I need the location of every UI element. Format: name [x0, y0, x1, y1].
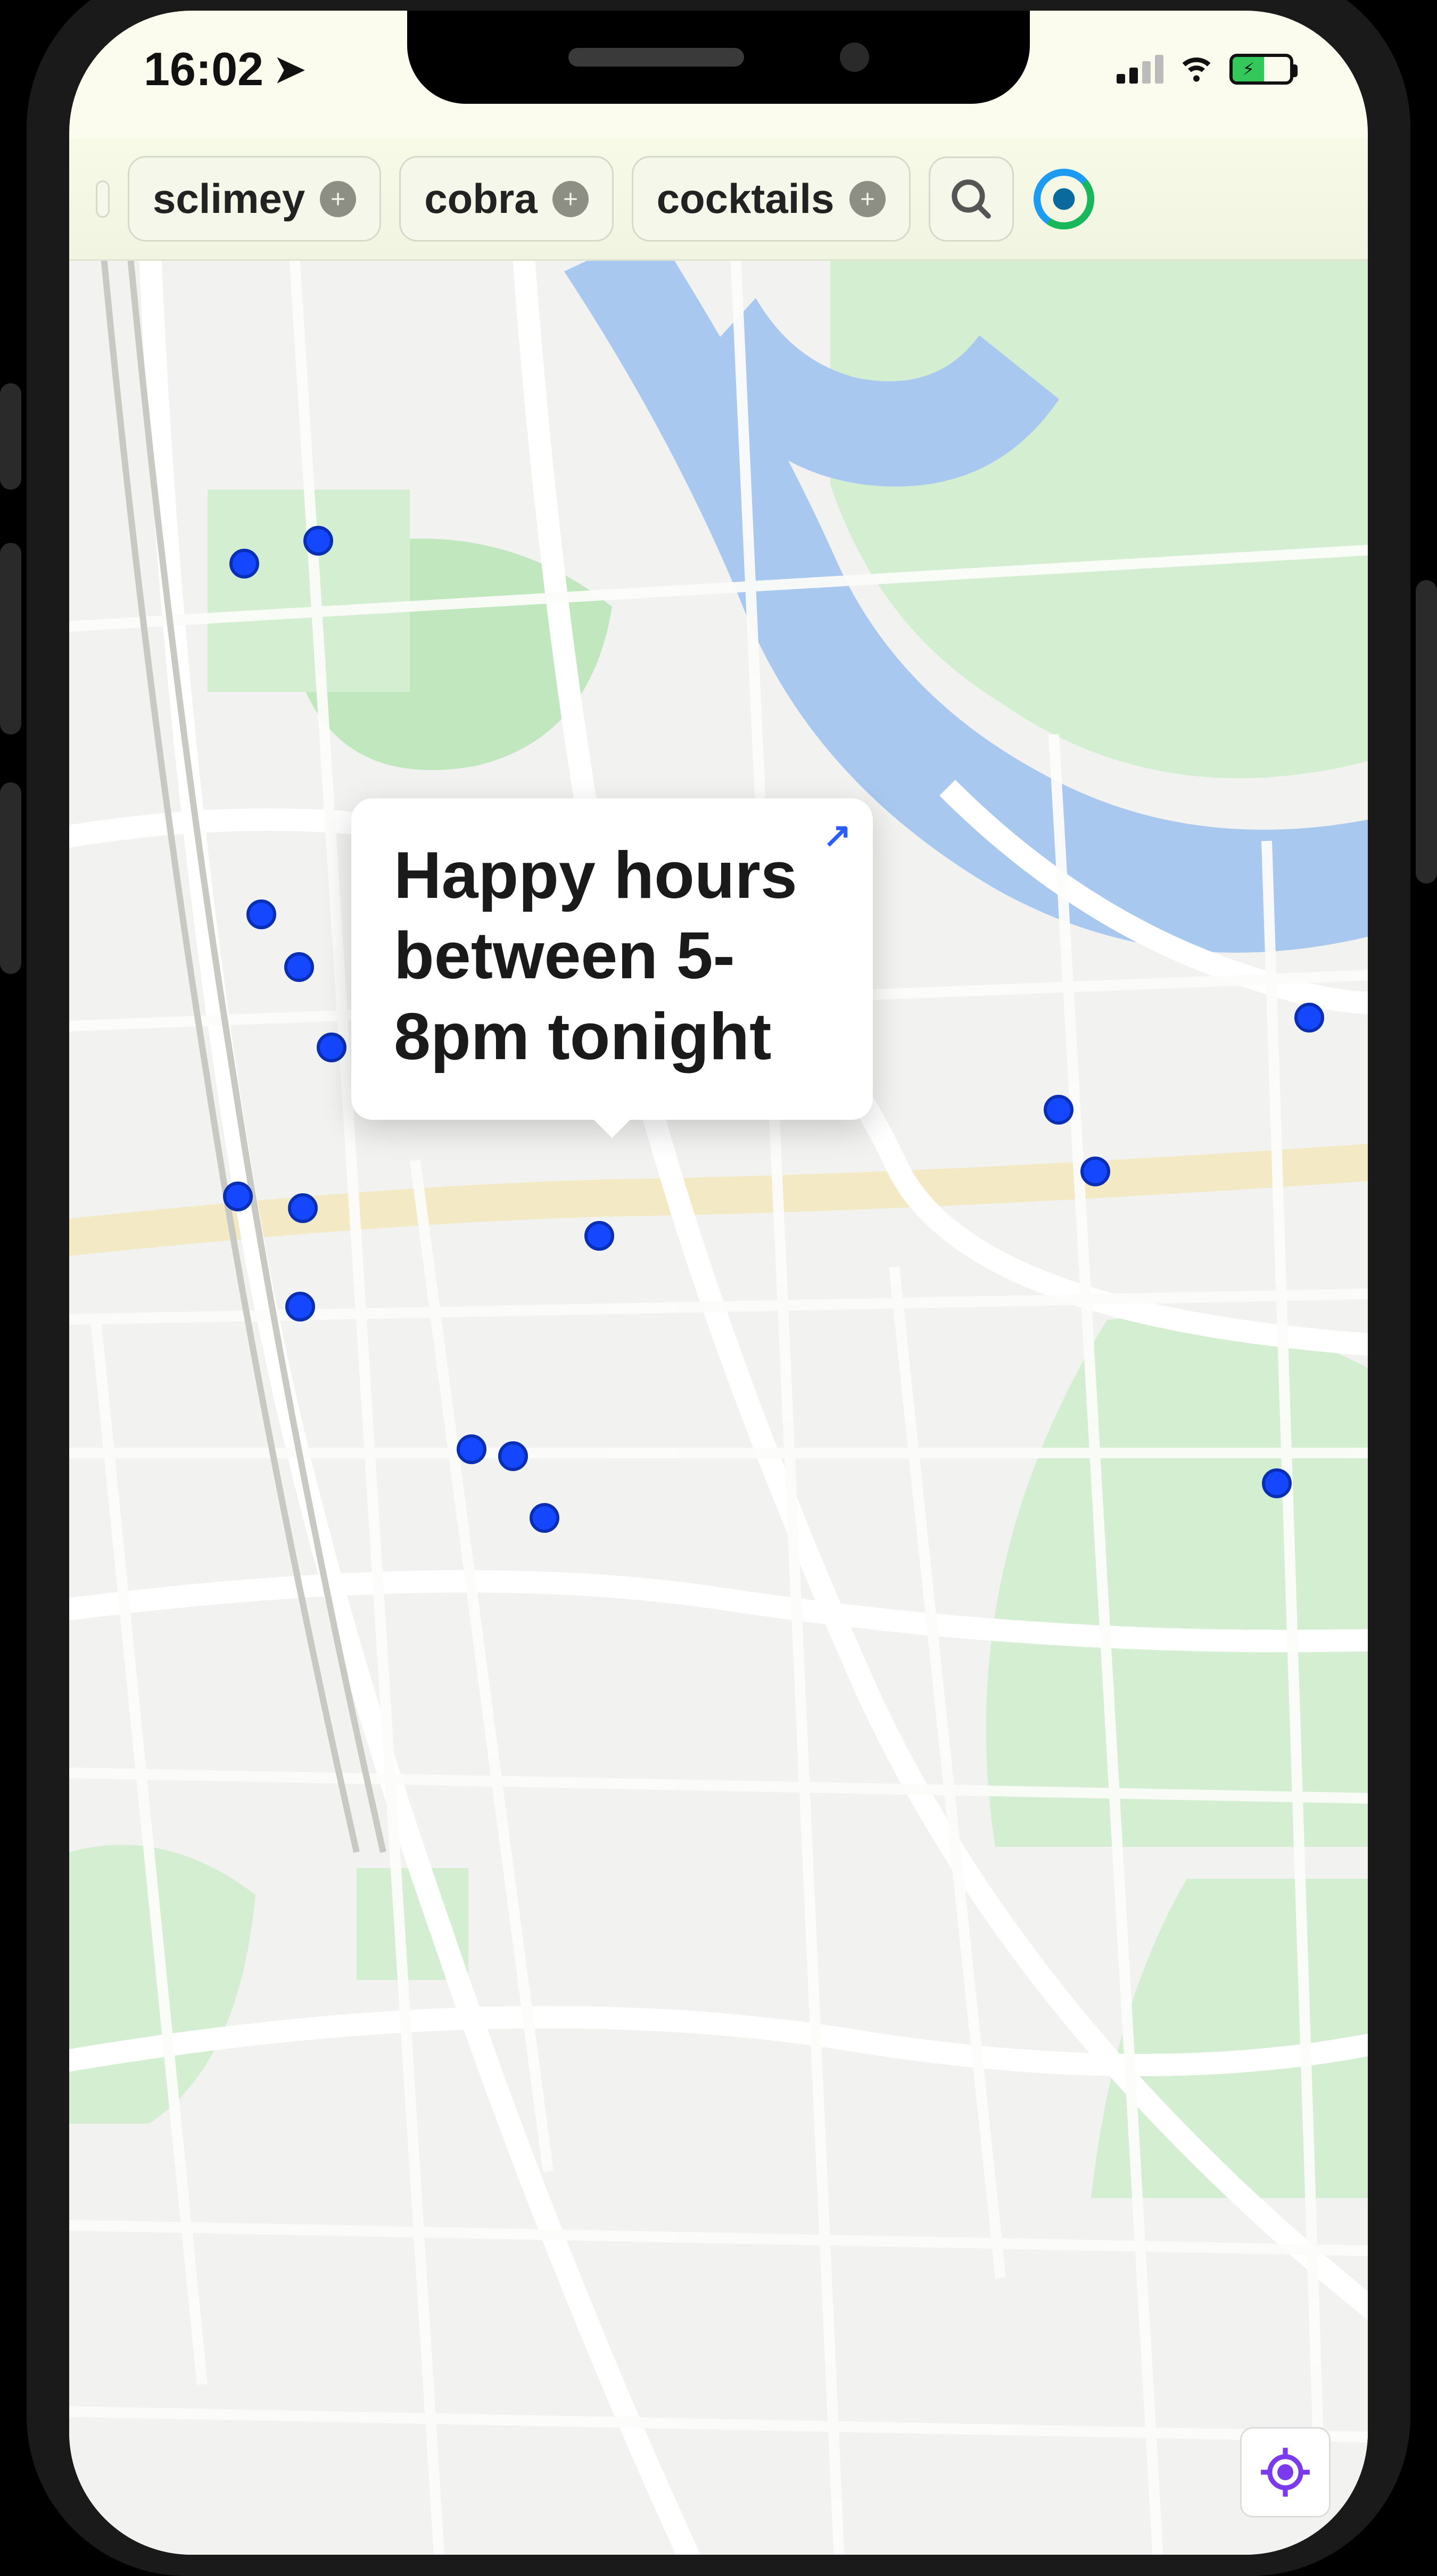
- wifi-icon: [1177, 46, 1216, 93]
- search-button[interactable]: [929, 156, 1014, 242]
- app-logo-icon[interactable]: [1032, 167, 1096, 231]
- map-pin[interactable]: [584, 1221, 614, 1251]
- battery-icon: ⚡︎: [1229, 54, 1293, 85]
- zoom-in-button[interactable]: [1310, 2512, 1358, 2555]
- map-pin[interactable]: [229, 549, 259, 579]
- map-pin[interactable]: [223, 1182, 253, 1211]
- map-pin[interactable]: [1044, 1095, 1073, 1125]
- volume-down-button[interactable]: [0, 782, 21, 974]
- crosshair-icon: [1259, 2446, 1312, 2499]
- map-pin[interactable]: [1294, 1003, 1324, 1033]
- map-pin[interactable]: [530, 1503, 559, 1533]
- locate-me-button[interactable]: [1240, 2427, 1331, 2517]
- location-icon: ➤: [274, 47, 305, 91]
- basemap: [69, 261, 1368, 2555]
- tag-chip-sclimey[interactable]: sclimey: [128, 156, 381, 242]
- plus-icon: [849, 181, 886, 217]
- mute-switch[interactable]: [0, 383, 21, 490]
- tag-chip-cocktails[interactable]: cocktails: [632, 156, 911, 242]
- cellular-icon: [1117, 55, 1163, 84]
- map-pin[interactable]: [246, 899, 276, 929]
- tag-label: cobra: [424, 175, 537, 223]
- plus-icon: [320, 181, 356, 217]
- popup-text: Happy hours be­tween 5-8pm tonight: [394, 839, 797, 1074]
- tag-label: cocktails: [657, 175, 835, 223]
- tag-chip-cobra[interactable]: cobra: [399, 156, 613, 242]
- map-pin[interactable]: [284, 952, 314, 982]
- map-pin[interactable]: [285, 1292, 315, 1322]
- expand-icon[interactable]: ↗: [823, 814, 852, 856]
- map-pin[interactable]: [498, 1441, 528, 1471]
- search-icon: [947, 175, 995, 223]
- tag-chip-prev[interactable]: [96, 180, 110, 218]
- map-pin[interactable]: [288, 1193, 318, 1223]
- status-bar: 16:02 ➤ ⚡︎: [69, 32, 1368, 106]
- map-canvas[interactable]: ↗ Happy hours be­tween 5-8pm tonight: [69, 261, 1368, 2555]
- map-pin[interactable]: [1262, 1468, 1292, 1498]
- power-button[interactable]: [1416, 580, 1437, 884]
- pin-popup[interactable]: ↗ Happy hours be­tween 5-8pm tonight: [351, 798, 873, 1120]
- tag-label: sclimey: [153, 175, 305, 223]
- filter-toolbar: sclimey cobra cocktails: [69, 138, 1368, 261]
- volume-up-button[interactable]: [0, 543, 21, 734]
- map-pin[interactable]: [303, 526, 333, 556]
- plus-icon: [552, 181, 589, 217]
- map-pin[interactable]: [317, 1033, 346, 1062]
- clock: 16:02: [144, 42, 263, 96]
- map-pin[interactable]: [457, 1434, 486, 1464]
- map-pin[interactable]: [1080, 1157, 1110, 1186]
